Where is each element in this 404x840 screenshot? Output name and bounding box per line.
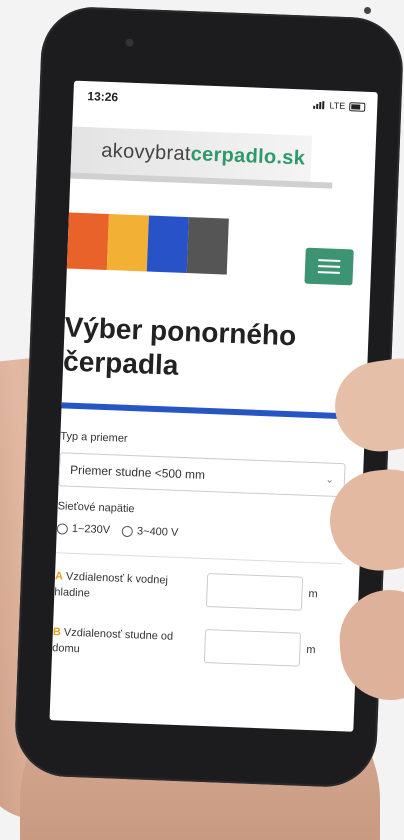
signal-icon	[313, 101, 325, 110]
logo-text-accent: cerpadlo.sk	[190, 143, 306, 170]
field-a-label: A Vzdialenosť k vodnej hladine	[54, 568, 195, 605]
network-type: LTE	[329, 100, 346, 112]
menu-line	[318, 265, 341, 268]
field-row-a: A Vzdialenosť k vodnej hladine m	[54, 567, 359, 613]
title-divider	[61, 402, 366, 421]
hamburger-menu-button[interactable]	[304, 247, 354, 286]
swatch-blue	[146, 215, 189, 274]
logo-text-plain: akovybrat	[100, 139, 192, 166]
phone-screen: 13:26 LTE akovybratcerpadlo.sk Výber pon…	[49, 80, 378, 732]
swatch-yellow	[106, 214, 149, 272]
well-house-distance-input[interactable]	[203, 629, 302, 667]
pump-selection-form: Typ a priemer Priemer studne <500 mm ⌄ S…	[52, 430, 364, 669]
form-divider	[55, 552, 342, 565]
radio-icon[interactable]	[121, 525, 134, 537]
swatch-orange	[66, 212, 109, 270]
voltage-option-400v[interactable]: 3~400 V	[121, 525, 179, 539]
voltage-option-label: 3~400 V	[136, 525, 179, 539]
chevron-down-icon: ⌄	[325, 474, 335, 486]
type-label: Typ a priemer	[60, 430, 128, 445]
corner-dot	[364, 7, 371, 14]
voltage-option-label: 1~230V	[71, 522, 111, 537]
brand-color-swatches	[66, 212, 229, 275]
battery-icon	[349, 101, 366, 112]
water-level-distance-input[interactable]	[205, 573, 304, 611]
voltage-option-230v[interactable]: 1~230V	[56, 522, 111, 537]
field-a-text: Vzdialenosť k vodnej hladine	[54, 570, 169, 600]
voltage-radio-group: 1~230V 3~400 V	[56, 522, 361, 546]
field-a-letter: A	[54, 570, 64, 583]
type-selected-value: Priemer studne <500 mm	[69, 462, 206, 482]
menu-line	[318, 259, 341, 262]
menu-line	[317, 271, 340, 274]
voltage-label: Sieťové napätie	[57, 500, 135, 516]
swatch-gray	[186, 217, 229, 275]
page-title: Výber ponorného čerpadla	[62, 311, 297, 381]
front-camera	[125, 38, 134, 47]
status-icons: LTE	[313, 100, 366, 112]
site-logo[interactable]: akovybratcerpadlo.sk	[69, 121, 376, 215]
status-time: 13:26	[87, 89, 119, 105]
type-select[interactable]: Priemer studne <500 mm ⌄	[58, 452, 346, 498]
field-b-label: B Vzdialenosť studne od domu	[52, 624, 193, 661]
field-row-b: B Vzdialenosť studne od domu m	[52, 623, 357, 669]
field-b-unit: m	[306, 643, 316, 657]
radio-icon[interactable]	[56, 522, 69, 535]
field-a-unit: m	[308, 587, 318, 601]
field-b-text: Vzdialenosť studne od domu	[52, 626, 174, 656]
field-b-letter: B	[52, 626, 62, 639]
